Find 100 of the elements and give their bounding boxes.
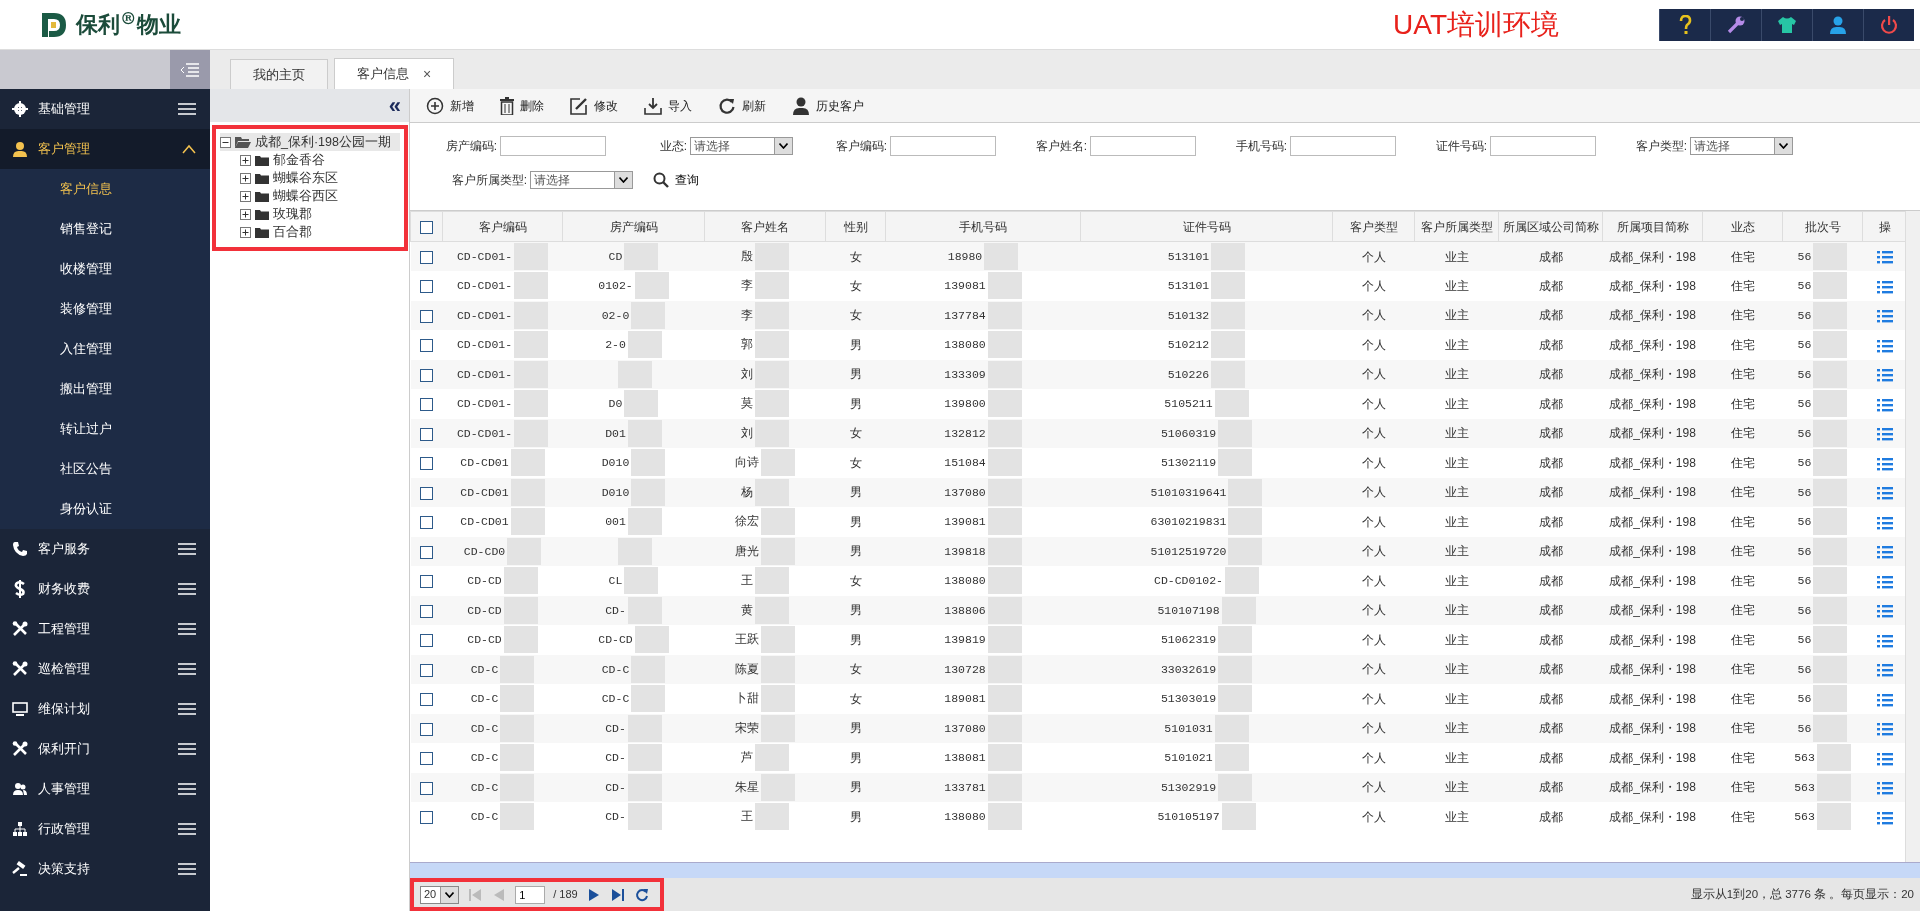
close-button[interactable]: × xyxy=(423,63,432,85)
checkbox[interactable] xyxy=(420,781,433,795)
input-field[interactable] xyxy=(1490,136,1596,156)
power-icon[interactable] xyxy=(1880,15,1898,34)
list-icon[interactable] xyxy=(1877,633,1893,648)
list-icon[interactable] xyxy=(1877,250,1893,265)
checkbox[interactable] xyxy=(420,693,433,707)
list-icon[interactable] xyxy=(1877,515,1893,530)
list-icon[interactable] xyxy=(1877,309,1893,324)
list-icon[interactable] xyxy=(1877,368,1893,383)
checkbox[interactable] xyxy=(420,280,433,294)
collapse-button[interactable]: « xyxy=(388,94,401,117)
dropdown[interactable]: 请选择 xyxy=(1690,137,1793,155)
submenu-item[interactable]: 销售登记 xyxy=(0,209,210,249)
menu-item[interactable]: 客户管理 xyxy=(0,129,210,169)
search-button[interactable]: 查询 xyxy=(653,171,699,189)
checkbox[interactable] xyxy=(420,634,433,648)
submenu-item[interactable]: 客户信息 xyxy=(0,169,210,209)
submenu-item[interactable]: 收楼管理 xyxy=(0,249,210,289)
checkbox[interactable] xyxy=(420,309,433,323)
list-icon[interactable] xyxy=(1877,781,1893,796)
checkbox[interactable] xyxy=(420,604,433,618)
expand-icon[interactable] xyxy=(240,208,251,220)
dropdown[interactable]: 请选择 xyxy=(690,137,793,155)
menu-item[interactable]: 人事管理 xyxy=(0,769,210,809)
shirt-icon[interactable] xyxy=(1777,15,1797,34)
list-icon[interactable] xyxy=(1877,663,1893,678)
checkbox[interactable] xyxy=(420,752,433,766)
last-page-icon[interactable] xyxy=(609,886,626,903)
toolbar-button[interactable]: 修改 xyxy=(570,96,618,115)
help-icon[interactable] xyxy=(1678,14,1692,35)
checkbox[interactable] xyxy=(420,545,433,559)
list-icon[interactable] xyxy=(1877,692,1893,707)
checkbox[interactable] xyxy=(420,427,433,441)
checkbox[interactable] xyxy=(420,339,433,353)
submenu-item[interactable]: 装修管理 xyxy=(0,289,210,329)
menu-item[interactable]: 保利开门 xyxy=(0,729,210,769)
list-icon[interactable] xyxy=(1877,574,1893,589)
list-icon[interactable] xyxy=(1877,397,1893,412)
menu-toggle-button[interactable] xyxy=(170,50,210,89)
input-field[interactable] xyxy=(890,136,996,156)
list-icon[interactable] xyxy=(1877,751,1893,766)
dropdown[interactable]: 请选择 xyxy=(530,171,633,189)
expand-icon[interactable] xyxy=(240,226,251,238)
checkbox[interactable] xyxy=(420,575,433,589)
list-icon[interactable] xyxy=(1877,810,1893,825)
menu-item[interactable]: 维保计划 xyxy=(0,689,210,729)
submenu-item[interactable]: 搬出管理 xyxy=(0,369,210,409)
list-icon[interactable] xyxy=(1877,338,1893,353)
toolbar-button[interactable]: 删除 xyxy=(500,96,544,115)
tab[interactable]: 我的主页 xyxy=(230,59,328,89)
checkbox[interactable] xyxy=(420,663,433,677)
tab[interactable]: 客户信息 × xyxy=(334,58,455,89)
list-icon[interactable] xyxy=(1877,545,1893,560)
wrench-icon[interactable] xyxy=(1726,14,1746,35)
page-size-dropdown[interactable]: 20 xyxy=(420,885,460,904)
expand-icon[interactable] xyxy=(240,154,251,166)
menu-item[interactable]: 财务收费 xyxy=(0,569,210,609)
menu-item[interactable]: 客户服务 xyxy=(0,529,210,569)
list-icon[interactable] xyxy=(1877,722,1893,737)
tree-node[interactable]: 郁金香谷 xyxy=(273,150,325,170)
menu-item[interactable]: 巡检管理 xyxy=(0,649,210,689)
expand-icon[interactable] xyxy=(240,190,251,202)
input-field[interactable] xyxy=(500,136,606,156)
collapse-icon[interactable] xyxy=(220,136,231,148)
checkbox[interactable] xyxy=(420,250,433,264)
input-field[interactable] xyxy=(1290,136,1396,156)
menu-item[interactable]: 决策支持 xyxy=(0,849,210,889)
list-icon[interactable] xyxy=(1877,456,1893,471)
submenu-item[interactable]: 入住管理 xyxy=(0,329,210,369)
toolbar-button[interactable]: 历史客户 xyxy=(792,96,864,115)
list-icon[interactable] xyxy=(1877,604,1893,619)
toolbar-button[interactable]: 导入 xyxy=(644,96,692,115)
expand-icon[interactable] xyxy=(240,172,251,184)
list-icon[interactable] xyxy=(1877,486,1893,501)
menu-item[interactable]: 行政管理 xyxy=(0,809,210,849)
tree-node[interactable]: 蝴蝶谷西区 xyxy=(273,186,338,206)
checkbox[interactable] xyxy=(420,516,433,530)
checkbox[interactable] xyxy=(420,722,433,736)
checkbox[interactable] xyxy=(420,368,433,382)
menu-item[interactable]: 基础管理 xyxy=(0,89,210,129)
scrollbar[interactable] xyxy=(410,862,1920,878)
menu-item[interactable]: 工程管理 xyxy=(0,609,210,649)
toolbar-button[interactable]: 刷新 xyxy=(718,96,766,115)
submenu-item[interactable]: 身份认证 xyxy=(0,489,210,529)
tree-node[interactable]: 蝴蝶谷东区 xyxy=(273,168,338,188)
tree-node[interactable]: 玫瑰郡 xyxy=(273,204,312,224)
checkbox[interactable] xyxy=(420,220,433,234)
list-icon[interactable] xyxy=(1877,427,1893,442)
input-field[interactable] xyxy=(1090,136,1196,156)
list-icon[interactable] xyxy=(1877,279,1893,294)
checkbox[interactable] xyxy=(420,486,433,500)
scrollbar[interactable] xyxy=(1905,211,1920,862)
toolbar-button[interactable]: 新增 xyxy=(426,96,474,115)
checkbox[interactable] xyxy=(420,457,433,471)
submenu-item[interactable]: 转让过户 xyxy=(0,409,210,449)
page-input[interactable]: 1 xyxy=(515,885,546,904)
checkbox[interactable] xyxy=(420,811,433,825)
user-icon[interactable] xyxy=(1829,15,1847,34)
tree-node[interactable]: 百合郡 xyxy=(273,222,312,242)
